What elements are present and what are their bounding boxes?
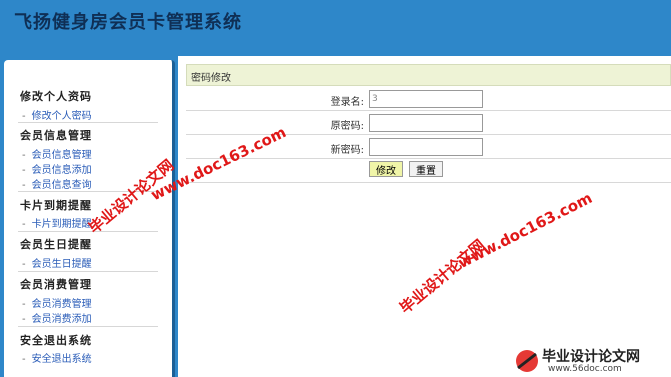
sidebar-group-title: 修改个人资码 (20, 90, 92, 103)
sidebar-link-consume-manage[interactable]: - 会员消费管理 (22, 295, 92, 310)
sidebar-group-title: 会员信息管理 (20, 129, 92, 142)
divider (18, 231, 158, 232)
sidebar-link-member-add[interactable]: - 会员信息添加 (22, 161, 92, 176)
sidebar-link-card-expiry[interactable]: - 卡片到期提醒 (22, 215, 92, 230)
sidebar-link-logout[interactable]: - 安全退出系统 (22, 350, 92, 365)
divider (18, 326, 158, 327)
divider (18, 271, 158, 272)
sidebar-group-title: 会员消费管理 (20, 278, 92, 291)
form-row-old-password: 原密码: (186, 111, 671, 135)
sidebar-link-member-query[interactable]: - 会员信息查询 (22, 176, 92, 191)
app-header: 飞扬健身房会员卡管理系统 (0, 0, 671, 56)
old-password-field[interactable] (369, 114, 483, 132)
watermark-url: www.doc163.com (455, 188, 596, 273)
reset-button[interactable]: 重置 (409, 161, 443, 177)
form-row-actions: 修改 重置 (186, 159, 671, 183)
site-logo: 毕业设计论文网 www.56doc.com (508, 344, 671, 377)
new-password-label: 新密码: (330, 145, 364, 156)
app-title: 飞扬健身房会员卡管理系统 (14, 12, 242, 33)
logo-url: www.56doc.com (548, 364, 622, 374)
sidebar-group-title: 安全退出系统 (20, 334, 92, 347)
sidebar-group-title: 会员生日提醒 (20, 238, 92, 251)
form-row-username: 登录名: (186, 87, 671, 111)
sidebar-link-consume-add[interactable]: - 会员消费添加 (22, 310, 92, 325)
divider (18, 122, 158, 123)
logo-icon (516, 350, 538, 372)
username-field[interactable] (369, 90, 483, 108)
old-password-label: 原密码: (330, 121, 364, 132)
username-label: 登录名: (330, 97, 364, 108)
sidebar-group-title: 卡片到期提醒 (20, 199, 92, 212)
logo-text: 毕业设计论文网 (542, 349, 640, 365)
new-password-field[interactable] (369, 138, 483, 156)
sidebar-link-birthday[interactable]: - 会员生日提醒 (22, 255, 92, 270)
submit-button[interactable]: 修改 (369, 161, 403, 177)
sidebar-link-member-manage[interactable]: - 会员信息管理 (22, 146, 92, 161)
panel-header: 密码修改 (186, 64, 671, 86)
panel-title: 密码修改 (191, 73, 231, 84)
sidebar-link-change-password[interactable]: - 修改个人密码 (22, 107, 92, 122)
